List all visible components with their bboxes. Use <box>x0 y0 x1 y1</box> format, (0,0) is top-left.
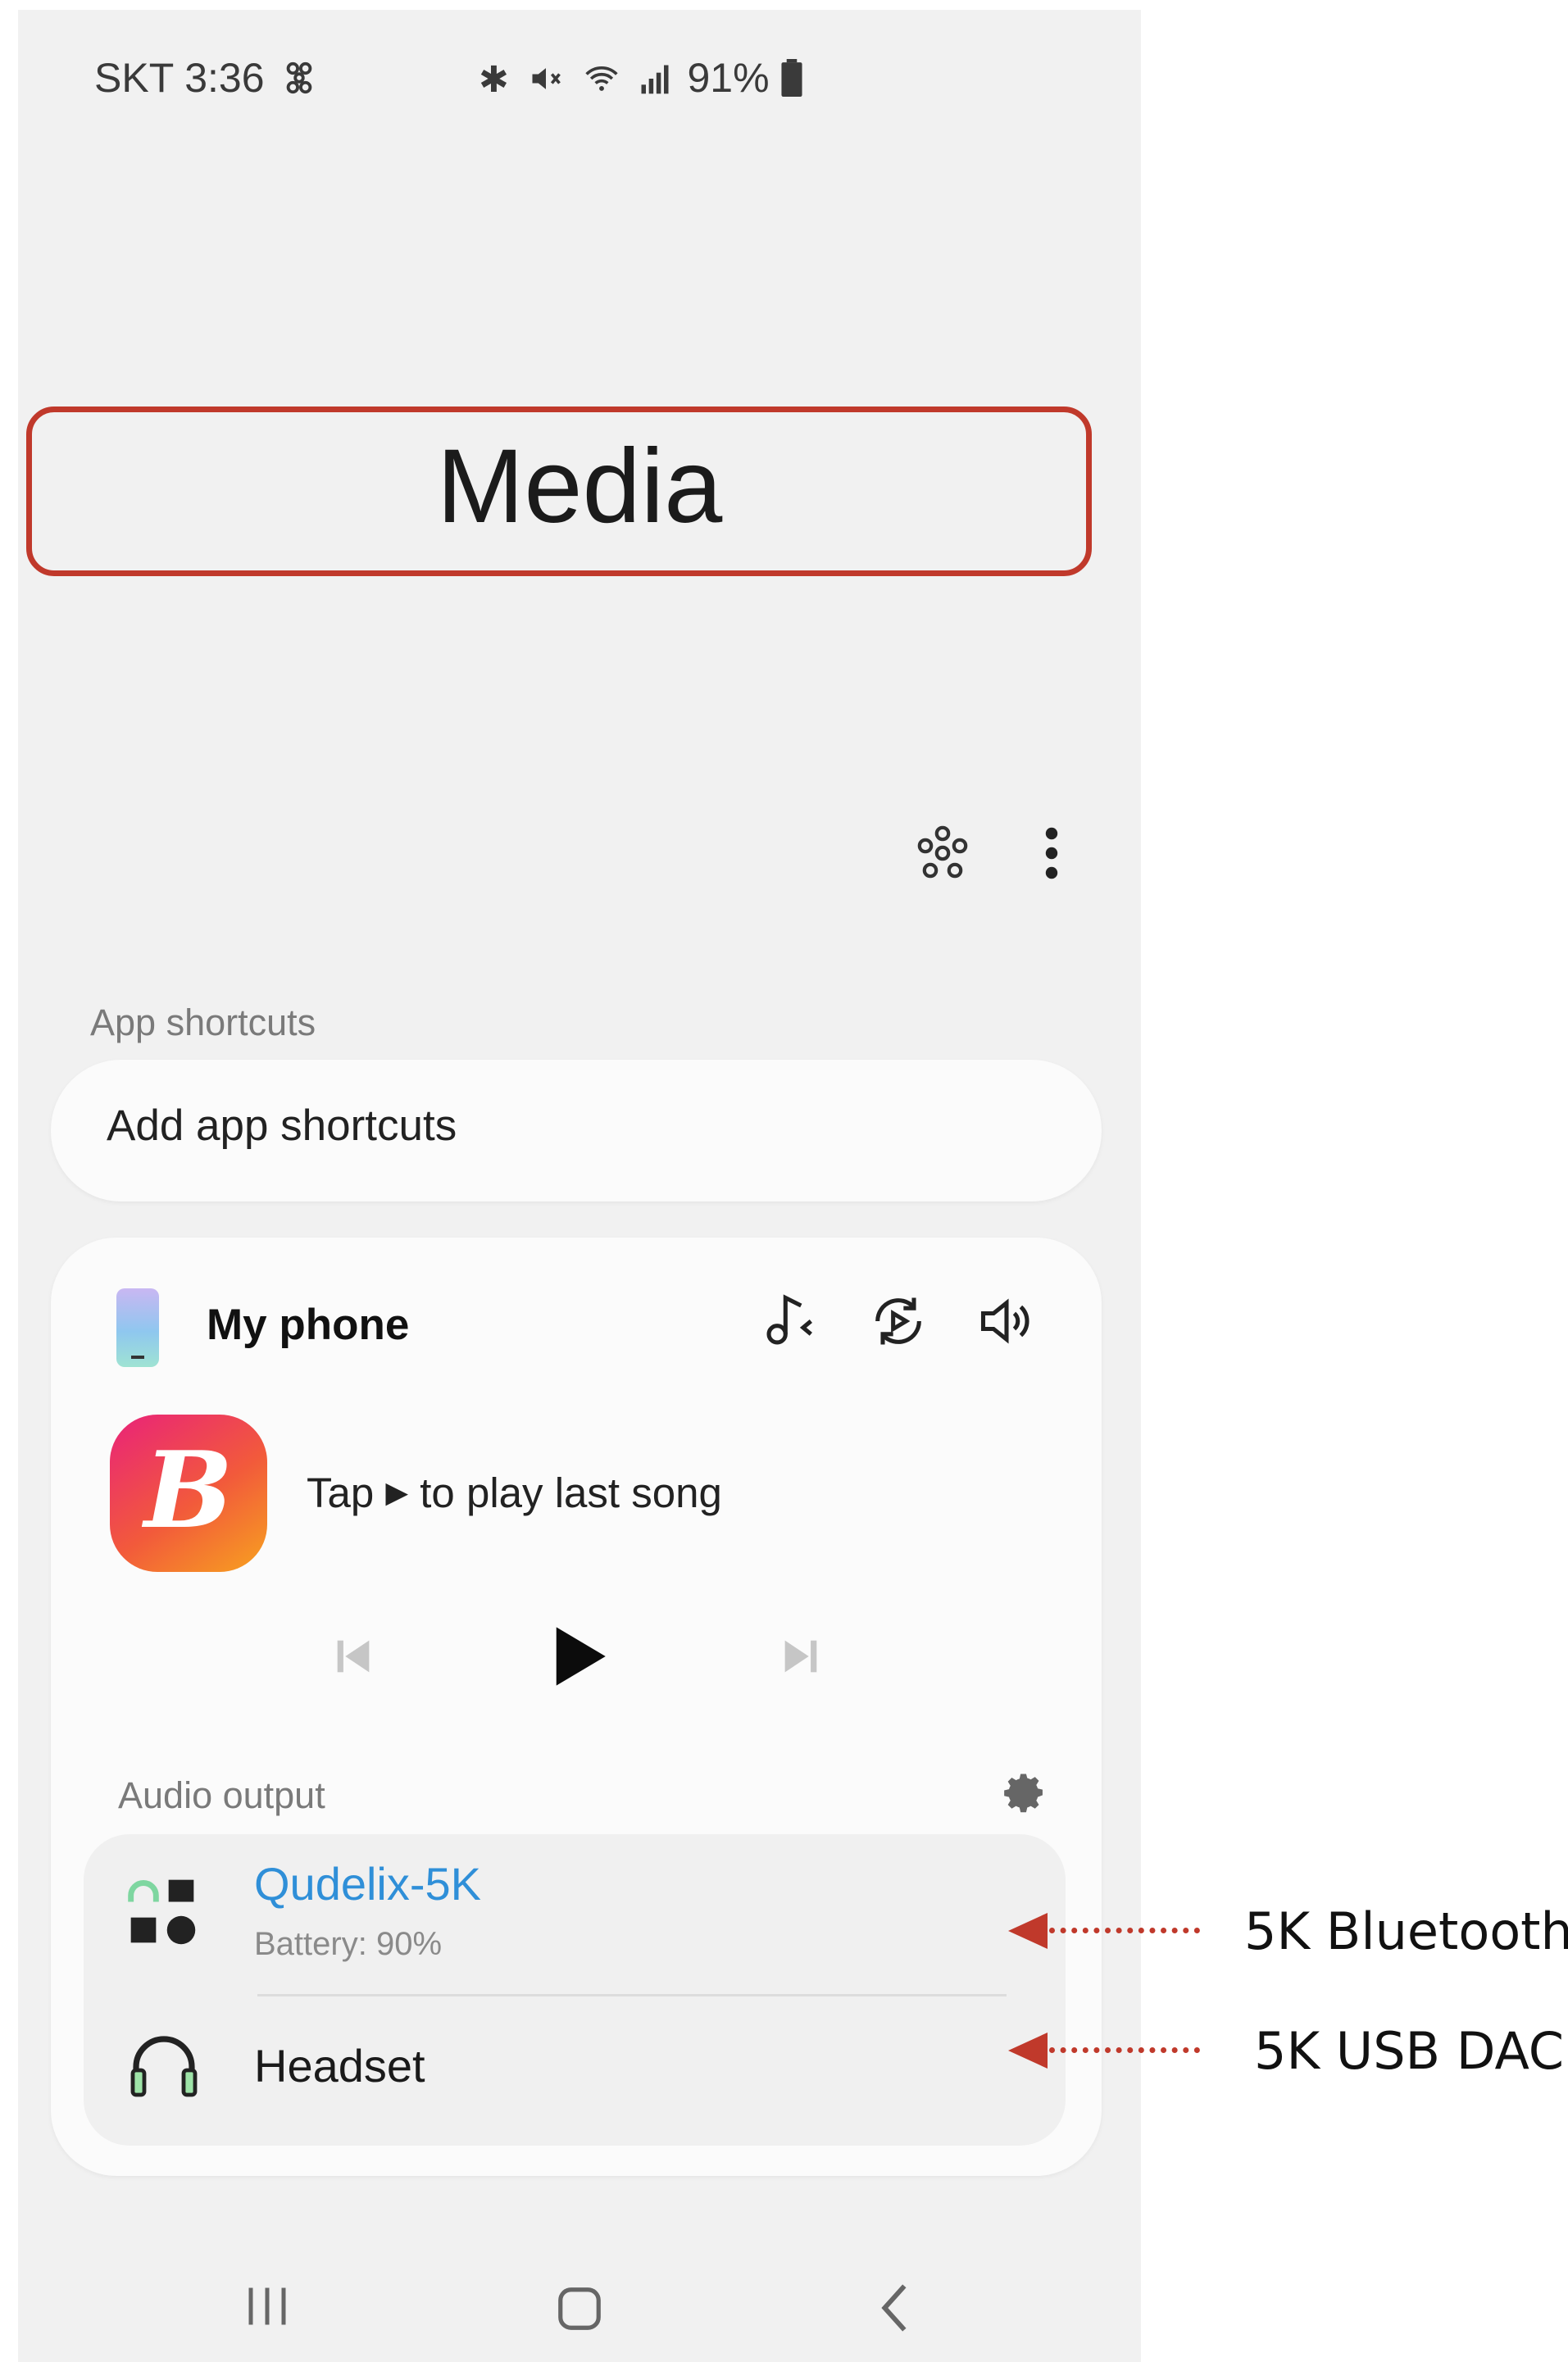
status-carrier-time: SKT 3:36 <box>94 54 318 102</box>
battery-text: 91% <box>687 55 770 101</box>
audio-device-name: Headset <box>254 2040 425 2092</box>
smartthings-icon[interactable] <box>913 824 972 883</box>
battery-icon <box>781 59 803 97</box>
audio-device-battery: Battery: 90% <box>254 1926 443 1962</box>
music-app-icon[interactable]: B <box>110 1415 267 1572</box>
bluetooth-icon: ✱ <box>479 60 509 100</box>
volume-icon[interactable] <box>975 1290 1038 1352</box>
wifi-icon <box>585 66 618 91</box>
play-prompt-glyph: ▶ <box>385 1475 409 1509</box>
phone-device-icon <box>116 1288 159 1367</box>
signal-icon <box>641 65 669 94</box>
status-icons: ✱ 91% <box>479 54 803 102</box>
music-share-icon[interactable] <box>759 1290 821 1352</box>
arrow-bluetooth-head <box>1008 1913 1048 1949</box>
audio-settings-gear-icon[interactable] <box>1002 1770 1046 1815</box>
headphones-icon <box>130 2036 198 2097</box>
settings-flower-small-icon <box>287 61 312 94</box>
more-options-icon[interactable] <box>1039 826 1064 880</box>
music-app-icon-letter: B <box>143 1429 234 1552</box>
play-prompt-suffix: to play last song <box>420 1469 722 1516</box>
media-player-card: My phone B Tap ▶ to play last song Audio… <box>51 1238 1102 2176</box>
add-app-shortcuts-label: Add app shortcuts <box>107 1102 457 1150</box>
smart-view-icon[interactable] <box>867 1290 929 1352</box>
device-name: My phone <box>207 1301 410 1349</box>
mute-icon <box>532 68 561 89</box>
audio-output-list: Qudelix-5K Battery: 90% Headset <box>84 1834 1066 2146</box>
carrier-time-text: SKT 3:36 <box>94 55 265 101</box>
next-track-icon[interactable] <box>777 1633 825 1680</box>
annotation-usb-dac: 5K USB DAC <box>1254 2021 1565 2081</box>
arrow-bluetooth-line <box>1049 1928 1200 1933</box>
annotation-bluetooth: 5K Bluetooth <box>1244 1901 1568 1961</box>
back-icon[interactable] <box>872 2282 915 2334</box>
add-app-shortcuts-button[interactable]: Add app shortcuts <box>51 1060 1102 1201</box>
play-prompt: Tap ▶ to play last song <box>307 1469 722 1517</box>
play-prompt-prefix: Tap <box>307 1469 375 1516</box>
app-shortcuts-label: App shortcuts <box>90 1002 316 1043</box>
audio-device-name: Qudelix-5K <box>254 1858 482 1910</box>
audio-device-headset[interactable]: Headset <box>84 1996 1066 2146</box>
recent-apps-icon[interactable] <box>243 2283 292 2329</box>
arrow-usb-dac-line <box>1049 2047 1200 2053</box>
audio-output-label: Audio output <box>118 1774 325 1816</box>
arrow-usb-dac-head <box>1008 2033 1048 2069</box>
play-button[interactable] <box>541 1619 615 1693</box>
multi-device-icon <box>128 1879 196 1945</box>
previous-track-icon[interactable] <box>330 1633 377 1680</box>
media-title: Media <box>436 428 723 545</box>
audio-device-qudelix[interactable]: Qudelix-5K Battery: 90% <box>84 1834 1066 1994</box>
home-icon[interactable] <box>554 2283 605 2334</box>
